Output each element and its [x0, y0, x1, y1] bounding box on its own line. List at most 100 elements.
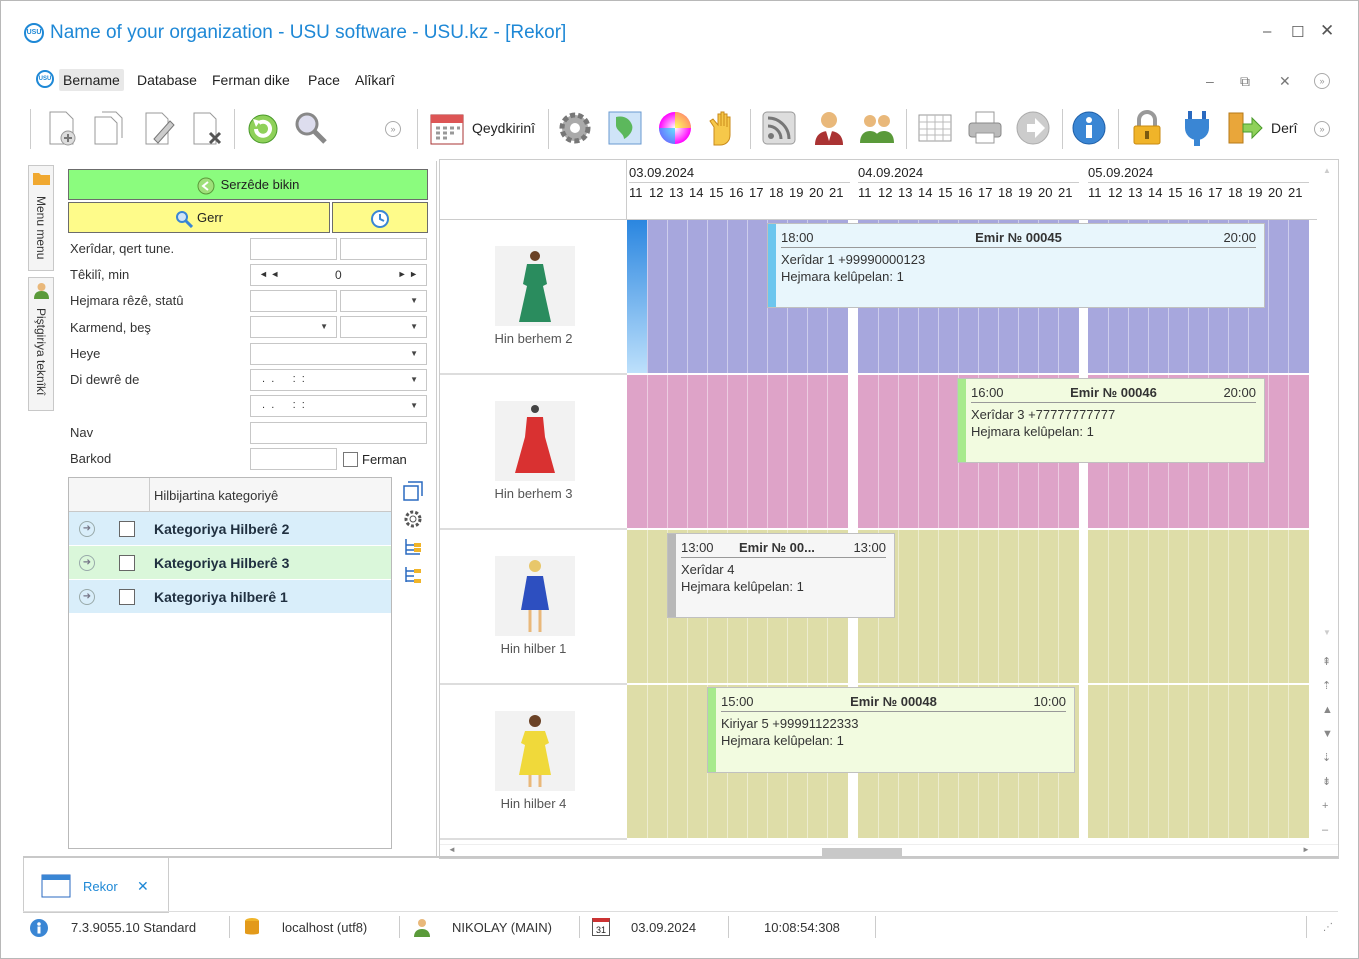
appointment-card[interactable]: 16:00 Emir № 00046 20:00 Xerîdar 3 +7777…	[957, 378, 1265, 463]
search-icon[interactable]	[292, 109, 330, 147]
clock-button[interactable]	[332, 202, 428, 233]
name-input[interactable]	[250, 422, 427, 444]
hour-label: 19	[1018, 185, 1033, 200]
customer-input[interactable]	[250, 238, 337, 260]
resource-cell[interactable]: Hin berhem 3	[440, 375, 627, 530]
appointment-card[interactable]: 18:00 Emir № 00045 20:00 Xerîdar 1 +9999…	[767, 223, 1265, 308]
menu-side-tab[interactable]: Menu menu	[28, 165, 54, 271]
scroll-left-icon[interactable]: ◄	[448, 845, 456, 854]
category-checkbox[interactable]	[119, 555, 135, 571]
tab-rekor[interactable]: Rekor ✕	[23, 858, 169, 913]
category-row[interactable]: ➜ Kategoriya Hilberê 3	[69, 546, 391, 580]
hand-icon[interactable]	[704, 109, 742, 147]
customer-card-input[interactable]	[340, 238, 427, 260]
add-button-label: Serzêde bikin	[220, 177, 300, 192]
exit-icon[interactable]	[1226, 109, 1264, 147]
scroll-right-icon[interactable]: ►	[1302, 845, 1310, 854]
delete-record-icon[interactable]	[188, 109, 226, 147]
toolbar-more-icon-2[interactable]: »	[1314, 121, 1330, 137]
find-button[interactable]: Gerr	[68, 202, 330, 233]
add-record-icon[interactable]	[42, 109, 80, 147]
collapse-tree-icon[interactable]	[403, 565, 423, 585]
menu-pace[interactable]: Pace	[308, 72, 340, 88]
user-icon[interactable]	[810, 109, 848, 147]
table-icon[interactable]	[916, 109, 954, 147]
forward-icon[interactable]	[1014, 109, 1052, 147]
exit-label[interactable]: Derî	[1271, 120, 1297, 136]
print-icon[interactable]	[966, 109, 1004, 147]
day-block[interactable]	[1088, 530, 1309, 683]
resource-cell[interactable]: Hin berhem 2	[440, 220, 627, 375]
calendar-icon[interactable]	[428, 109, 466, 147]
maximize-icon[interactable]: ☐	[1291, 23, 1304, 41]
mdi-restore-icon[interactable]: ⧉	[1240, 73, 1250, 90]
menu-database[interactable]: Database	[137, 72, 197, 88]
menu-side-tab-label: Menu menu	[34, 196, 48, 260]
gear-icon[interactable]	[403, 509, 423, 529]
category-row[interactable]: ➜ Kategoriya Hilberê 2	[69, 512, 391, 546]
add-button[interactable]: Serzêde bikin	[68, 169, 428, 200]
add-circle-icon	[197, 177, 215, 195]
expand-icon[interactable]: ➜	[79, 555, 95, 571]
edit-record-icon[interactable]	[140, 109, 178, 147]
vertical-scrollbar[interactable]: ▲ ▼ ⇞ ⇡ ▲ ▼ ⇣ ⇟ + –	[1318, 160, 1338, 845]
scroll-up-icon[interactable]: ▲	[1323, 166, 1331, 175]
category-row[interactable]: ➜ Kategoriya hilberê 1	[69, 580, 391, 614]
order-checkbox[interactable]	[343, 452, 358, 467]
copy-window-icon[interactable]	[403, 481, 423, 501]
menu-alikari[interactable]: Alîkarî	[355, 72, 395, 88]
rss-icon[interactable]	[760, 109, 798, 147]
period-to-input[interactable]: . . : :	[250, 395, 427, 417]
category-checkbox[interactable]	[119, 589, 135, 605]
first-icon[interactable]: ◄ ◄	[259, 269, 279, 279]
map-icon[interactable]	[606, 109, 644, 147]
mdi-minimize-icon[interactable]: –	[1206, 73, 1214, 89]
server-text: localhost (utf8)	[282, 920, 368, 935]
toolbar-more-icon[interactable]: »	[385, 121, 401, 137]
menu-more-icon[interactable]: »	[1314, 73, 1330, 89]
support-side-tab[interactable]: Piştgiriya teknîkî	[28, 277, 54, 411]
day-block[interactable]	[627, 375, 848, 528]
employee-select[interactable]	[250, 316, 337, 338]
period-from-input[interactable]: . . : :	[250, 369, 427, 391]
department-select[interactable]	[340, 316, 427, 338]
resource-name: Hin berhem 2	[494, 331, 573, 346]
resize-grip-icon[interactable]: ⋰	[1323, 922, 1333, 933]
tab-close-icon[interactable]: ✕	[137, 878, 149, 895]
expand-tree-icon[interactable]	[403, 537, 423, 557]
order-number-input[interactable]	[250, 290, 337, 312]
menu-bername[interactable]: Bername	[59, 69, 124, 91]
expand-icon[interactable]: ➜	[79, 521, 95, 537]
last-icon[interactable]: ► ►	[398, 269, 418, 279]
day-block[interactable]	[1088, 685, 1309, 838]
hour-label: 16	[729, 185, 744, 200]
resource-cell[interactable]: Hin hilber 4	[440, 685, 627, 840]
scroll-down-icon[interactable]: ▼	[1323, 628, 1331, 637]
navigation-buttons[interactable]: ⇞ ⇡ ▲ ▼ ⇣ ⇟ + –	[1322, 650, 1333, 842]
resource-cell[interactable]: Hin hilber 1	[440, 530, 627, 685]
status-select[interactable]	[340, 290, 427, 312]
schedule-label[interactable]: Qeydkirinî	[472, 120, 535, 136]
copy-record-icon[interactable]	[90, 109, 128, 147]
hour-label: 15	[709, 185, 724, 200]
settings-icon[interactable]	[556, 109, 594, 147]
barcode-input[interactable]	[250, 448, 337, 470]
refresh-icon[interactable]	[244, 109, 282, 147]
scroll-thumb[interactable]	[822, 848, 902, 856]
hour-label: 11	[858, 185, 872, 200]
expand-icon[interactable]: ➜	[79, 589, 95, 605]
appointment-card[interactable]: 15:00 Emir № 00048 10:00 Kiriyar 5 +9999…	[707, 687, 1075, 773]
menu-ferman-dike[interactable]: Ferman dike	[212, 72, 290, 88]
users-group-icon[interactable]	[858, 109, 896, 147]
category-checkbox[interactable]	[119, 521, 135, 537]
available-select[interactable]	[250, 343, 427, 365]
appointment-card[interactable]: 13:00 Emir № 00... 13:00 Xerîdar 4 Hejma…	[667, 533, 895, 618]
mdi-close-icon[interactable]: ✕	[1279, 73, 1291, 90]
close-icon[interactable]: ✕	[1320, 21, 1334, 41]
plug-icon[interactable]	[1178, 109, 1216, 147]
color-palette-icon[interactable]	[656, 109, 694, 147]
info-icon[interactable]	[1070, 109, 1108, 147]
lock-icon[interactable]	[1128, 109, 1166, 147]
minimize-icon[interactable]: –	[1263, 23, 1271, 40]
contact-stepper[interactable]: ◄ ◄ 0 ► ►	[250, 264, 427, 286]
